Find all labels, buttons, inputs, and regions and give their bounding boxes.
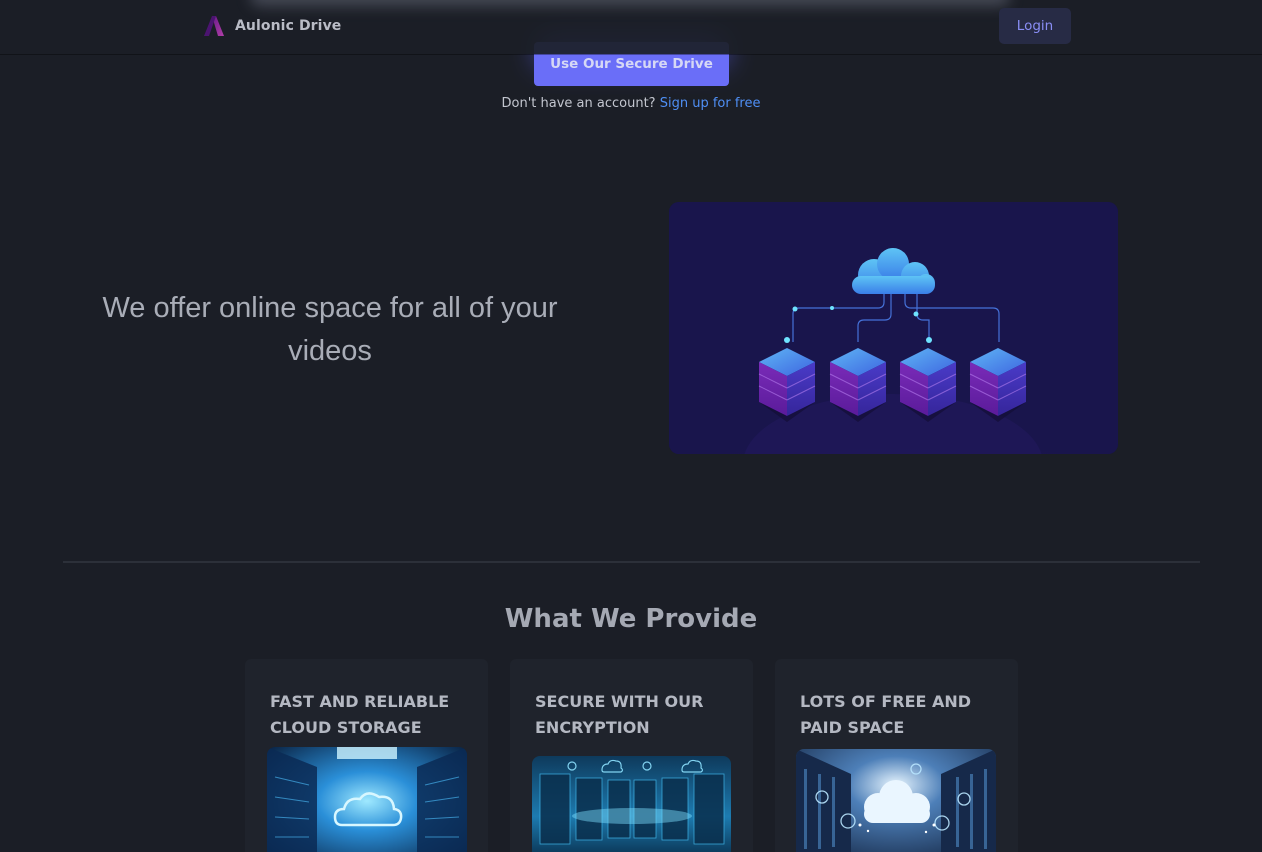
brand-logo-icon	[204, 16, 224, 36]
signup-link[interactable]: Sign up for free	[660, 96, 761, 111]
signup-prompt: Don't have an account? Sign up for free	[0, 96, 1262, 111]
cloud-corridor-icon	[796, 749, 996, 852]
login-button[interactable]: Login	[999, 8, 1071, 44]
offer-heading: We offer online space for all of your vi…	[102, 292, 558, 367]
cloud-corridor-image	[796, 749, 996, 852]
feature-card-space: LOTS OF FREE AND PAID SPACE	[775, 659, 1018, 852]
navbar-glow	[250, 0, 1010, 6]
signup-prompt-text: Don't have an account?	[501, 96, 656, 111]
section-divider	[63, 561, 1200, 563]
cloud-servers-icon	[669, 202, 1118, 454]
brand-name: Aulonic Drive	[235, 18, 342, 34]
feature-card-cloud-storage: FAST AND RELIABLE CLOUD STORAGE	[245, 659, 488, 852]
feature-card-title: SECURE WITH OUR ENCRYPTION	[535, 692, 704, 737]
feature-card-title: LOTS OF FREE AND PAID SPACE	[800, 692, 972, 737]
feature-card-encryption: SECURE WITH OUR ENCRYPTION	[510, 659, 753, 852]
cloud-datacenter-image	[267, 747, 467, 852]
brand[interactable]: Aulonic Drive	[203, 15, 341, 37]
server-room-icon	[532, 756, 731, 852]
feature-card-title: FAST AND RELIABLE CLOUD STORAGE	[270, 692, 450, 737]
navbar: Aulonic Drive Login	[0, 0, 1262, 54]
cloud-datacenter-icon	[267, 747, 467, 852]
cloud-servers-illustration	[669, 202, 1118, 454]
provide-title: What We Provide	[504, 604, 758, 634]
server-room-image	[532, 756, 731, 852]
